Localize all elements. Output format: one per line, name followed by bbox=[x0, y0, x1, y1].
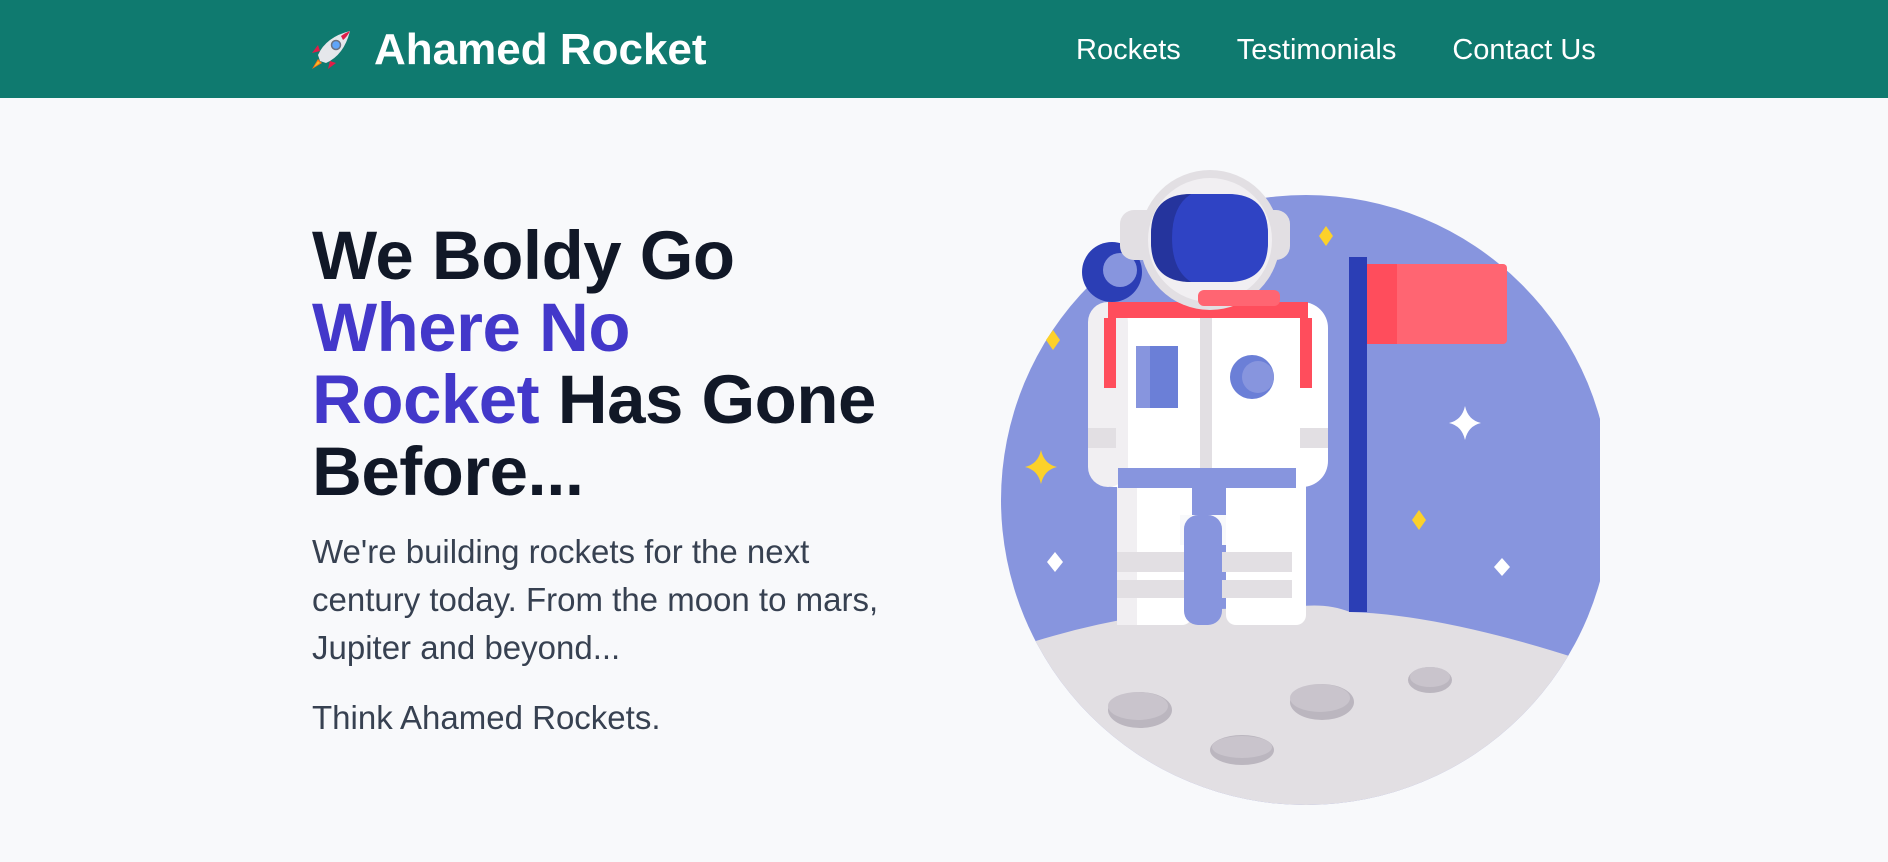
navbar: Ahamed Rocket Rockets Testimonials Conta… bbox=[0, 0, 1888, 98]
hero-tagline: Think Ahamed Rockets. bbox=[312, 699, 661, 736]
brand-link[interactable]: Ahamed Rocket bbox=[306, 22, 707, 78]
hero-heading-accent-1: Where No bbox=[312, 289, 631, 366]
hero-heading-line4: Before... bbox=[312, 433, 584, 510]
nav-link-rockets[interactable]: Rockets bbox=[1076, 30, 1181, 70]
nav-link-testimonials[interactable]: Testimonials bbox=[1237, 30, 1397, 70]
hero-description: We're building rockets for the next cent… bbox=[312, 533, 879, 666]
astronaut-on-moon-illustration bbox=[1001, 170, 1600, 805]
brand-name: Ahamed Rocket bbox=[374, 25, 707, 74]
hero-heading-accent-2: Rocket bbox=[312, 361, 540, 438]
hero-heading-line1: We Boldy Go bbox=[312, 217, 735, 294]
hero-heading: We Boldy Go Where No Rocket Has Gone Bef… bbox=[312, 220, 912, 508]
hero-heading-line3-rest: Has Gone bbox=[539, 361, 877, 438]
main-nav: Rockets Testimonials Contact Us bbox=[1076, 30, 1596, 70]
rocket-icon bbox=[312, 31, 350, 69]
nav-link-contact-us[interactable]: Contact Us bbox=[1452, 30, 1595, 70]
hero-section: We Boldy Go Where No Rocket Has Gone Bef… bbox=[312, 220, 912, 742]
